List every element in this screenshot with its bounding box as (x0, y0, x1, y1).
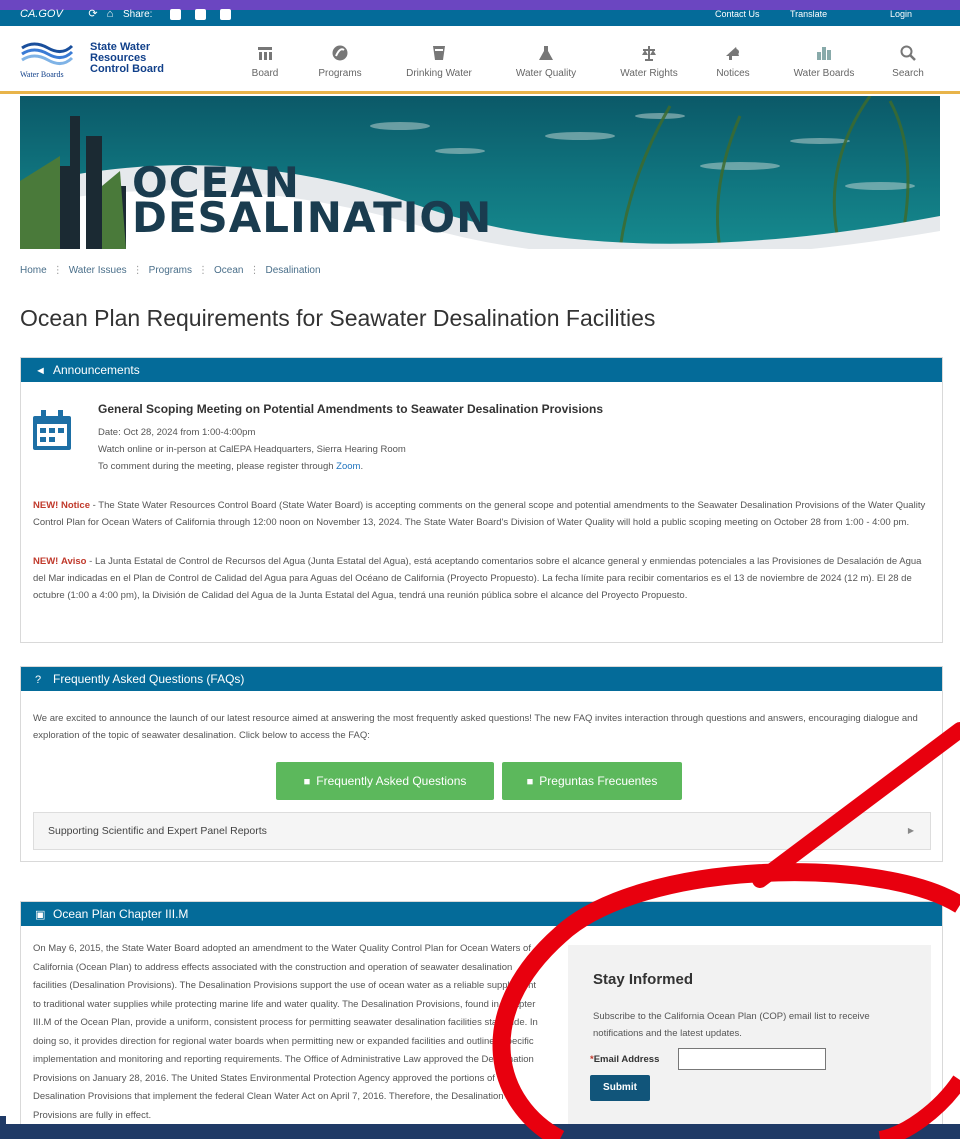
accordion-label: Supporting Scientific and Expert Panel R… (48, 825, 267, 837)
caret-right-icon: ▶ (907, 826, 914, 835)
breadcrumb-desalination[interactable]: Desalination (266, 265, 321, 276)
notice-label: Notice (60, 500, 91, 511)
expert-reports-accordion[interactable]: Supporting Scientific and Expert Panel R… (33, 812, 931, 850)
breadcrumb-programs[interactable]: Programs (149, 265, 192, 276)
register-suffix: . (360, 461, 364, 472)
drinking-water-icon (433, 46, 445, 60)
programs-icon (332, 45, 348, 61)
faq-heading: Frequently Asked Questions (FAQs) (53, 672, 245, 686)
nav-label: Drinking Water (406, 68, 472, 79)
new-badge: NEW! (33, 500, 59, 511)
announcements-header: ◄ Announcements (21, 358, 942, 382)
nav-label: Search (892, 68, 924, 79)
calendar-icon (33, 410, 71, 450)
logo-caption: Water Boards (20, 70, 64, 79)
breadcrumb: Home ⋮ Water Issues ⋮ Programs ⋮ Ocean ⋮ Desalin… (20, 265, 321, 276)
email-share-icon[interactable] (220, 9, 231, 20)
book-icon: ▣ (35, 909, 46, 921)
translate-link[interactable]: Translate (790, 9, 827, 19)
search-icon (900, 45, 916, 61)
nav-programs[interactable]: Programs (312, 44, 368, 79)
aviso-text: - La Junta Estatal de Control de Recurso… (33, 556, 922, 601)
water-quality-icon (539, 46, 553, 60)
water-boards-logo-icon[interactable] (20, 40, 74, 66)
faq-header: ? Frequently Asked Questions (FAQs) (21, 667, 942, 691)
email-label-text: Email Address (593, 1054, 660, 1065)
facebook-icon[interactable] (170, 9, 181, 20)
event-title: General Scoping Meeting on Potential Ame… (98, 402, 603, 416)
nav-label: Water Rights (620, 68, 678, 79)
nav-board[interactable]: Board (247, 44, 283, 79)
breadcrumb-ocean[interactable]: Ocean (214, 265, 243, 276)
cagov-logo[interactable]: CA.GOV (20, 8, 63, 20)
chapter-heading: Ocean Plan Chapter III.M (53, 907, 189, 921)
nav-label: Water Boards (793, 68, 855, 79)
ocean-desalination-banner: OCEAN DESALINATION (20, 96, 940, 249)
chat-icon: ■ (303, 776, 311, 788)
breadcrumb-water-issues[interactable]: Water Issues (69, 265, 127, 276)
board-icon (258, 47, 272, 60)
nav-search[interactable]: Search (888, 44, 928, 79)
breadcrumb-separator: ⋮ (52, 265, 63, 276)
chapter-text: On May 6, 2015, the State Water Board ad… (33, 943, 538, 1121)
water-boards-icon (817, 47, 831, 60)
announcements-heading: Announcements (53, 363, 140, 377)
event-location: Watch online or in-person at CalEPA Head… (98, 444, 406, 455)
event-date: Date: Oct 28, 2024 from 1:00-4:00pm (98, 427, 256, 438)
breadcrumb-separator: ⋮ (249, 265, 260, 276)
nav-water-quality[interactable]: Water Quality (510, 44, 582, 79)
nav-label: Water Quality (515, 68, 577, 79)
email-label: *Email Address (590, 1054, 659, 1065)
nav-water-boards[interactable]: Water Boards (788, 44, 860, 79)
logo-line: Control Board (90, 63, 164, 75)
nav-label: Board (251, 68, 279, 79)
notice-paragraph: NEW! Notice - The State Water Resources … (33, 497, 933, 531)
bottom-bar (0, 1124, 960, 1139)
water-rights-icon (642, 46, 656, 61)
nav-label: Programs (318, 68, 362, 79)
register-prefix: To comment during the meeting, please re… (98, 461, 337, 472)
nav-label: Notices (716, 68, 750, 79)
twitter-icon[interactable] (195, 9, 206, 20)
page-title: Ocean Plan Requirements for Seawater Des… (20, 305, 656, 331)
breadcrumb-home[interactable]: Home (20, 265, 47, 276)
site-logo-text[interactable]: State Water Resources Control Board (90, 42, 164, 75)
event-register: To comment during the meeting, please re… (98, 461, 363, 472)
notices-icon (726, 47, 739, 60)
zoom-link[interactable]: Zoom (336, 461, 360, 472)
home-icon[interactable]: ⌂ (104, 8, 116, 20)
megaphone-icon: ◄ (35, 365, 46, 377)
stay-informed-text: Subscribe to the California Ocean Plan (… (593, 1011, 870, 1039)
nav-notices[interactable]: Notices (713, 44, 753, 79)
aviso-label: Aviso (60, 556, 87, 567)
submit-button[interactable]: Submit (590, 1075, 650, 1101)
stay-informed-box: Stay Informed Subscribe to the Californi… (568, 945, 931, 1135)
faq-spanish-label: Preguntas Frecuentes (539, 774, 658, 788)
contact-link[interactable]: Contact Us (715, 9, 760, 19)
nav-water-rights[interactable]: Water Rights (616, 44, 682, 79)
top-utility-bar: CA.GOV ⟳ ⌂ Share: Contact Us Translate L… (0, 0, 960, 26)
site-header: Water Boards State Water Resources Contr… (0, 26, 960, 94)
breadcrumb-separator: ⋮ (132, 265, 143, 276)
login-link[interactable]: Login (890, 9, 912, 19)
faq-intro: We are excited to announce the launch of… (33, 713, 918, 741)
email-input[interactable] (678, 1048, 826, 1070)
faq-english-label: Frequently Asked Questions (316, 774, 467, 788)
chat-icon: ■ (526, 776, 534, 788)
share-label: Share: (123, 9, 153, 20)
aviso-paragraph: NEW! Aviso - La Junta Estatal de Control… (33, 553, 933, 604)
notice-text: - The State Water Resources Control Boar… (33, 500, 926, 528)
breadcrumb-separator: ⋮ (198, 265, 209, 276)
faq-english-button[interactable]: ■ Frequently Asked Questions (276, 762, 494, 800)
faq-spanish-button[interactable]: ■ Preguntas Frecuentes (502, 762, 682, 800)
chapter-header: ▣ Ocean Plan Chapter III.M (21, 902, 942, 926)
question-icon: ? (35, 674, 42, 686)
refresh-icon[interactable]: ⟳ (87, 8, 99, 20)
banner-title-line2: DESALINATION (132, 193, 493, 242)
new-badge: NEW! (33, 556, 59, 567)
nav-drinking-water[interactable]: Drinking Water (399, 44, 479, 79)
stay-informed-heading: Stay Informed (593, 971, 694, 988)
